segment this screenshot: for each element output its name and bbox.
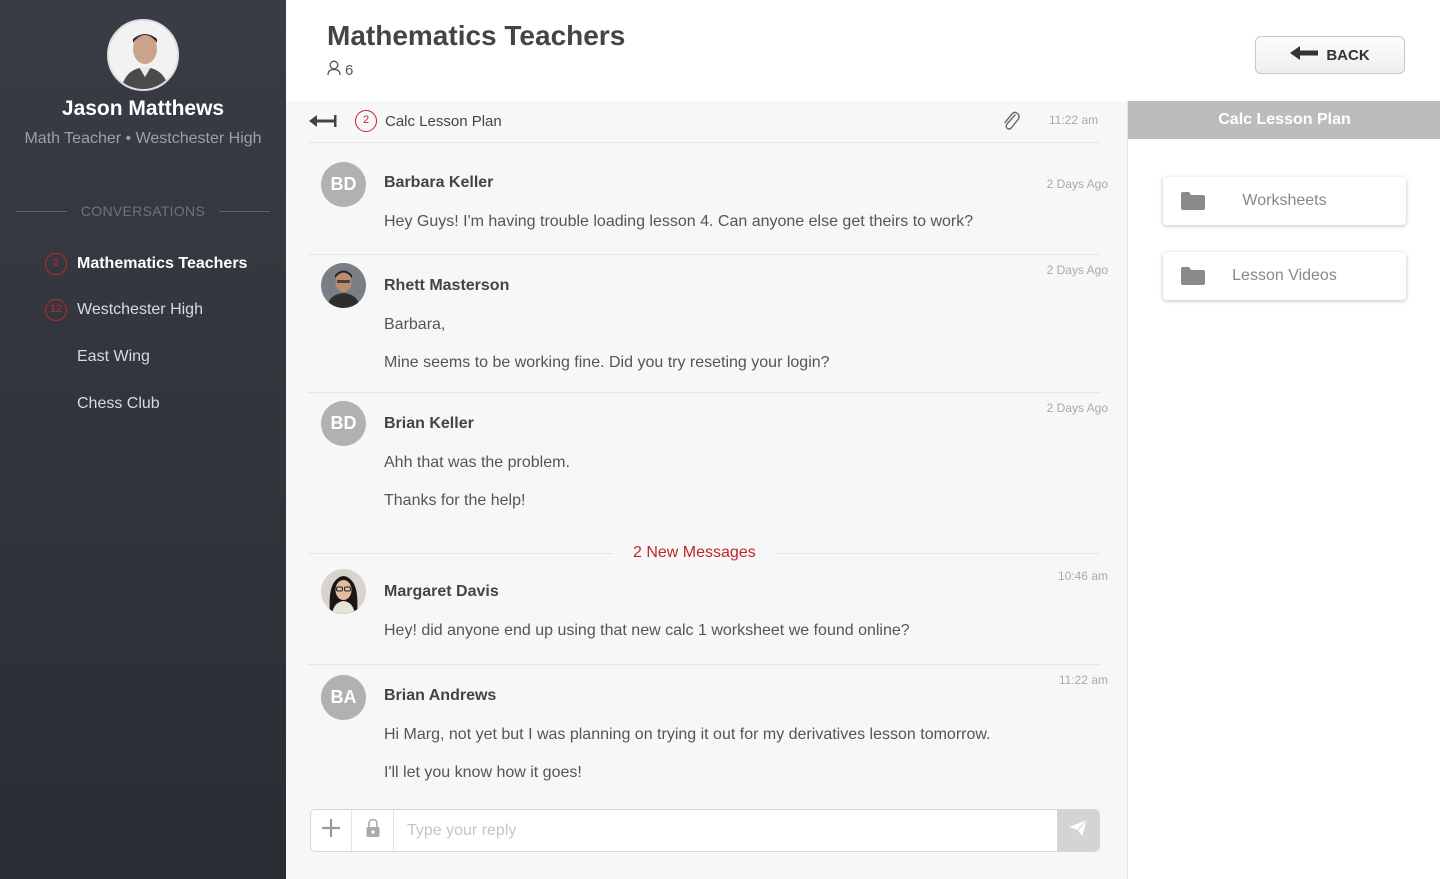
- paperclip-icon[interactable]: [1001, 110, 1021, 137]
- avatar[interactable]: BA: [321, 675, 366, 720]
- paper-plane-icon: [1068, 819, 1088, 842]
- thread-unread-badge: 2: [355, 110, 377, 132]
- message-text: Thanks for the help!: [384, 492, 526, 509]
- avatar[interactable]: BD: [321, 401, 366, 446]
- thread-time: 11:22 am: [1049, 113, 1099, 127]
- user-avatar[interactable]: [107, 19, 179, 91]
- page-title: Mathematics Teachers: [327, 20, 626, 51]
- message-text: Barbara,: [384, 316, 446, 333]
- reply-input[interactable]: [407, 818, 1047, 844]
- avatar[interactable]: [321, 263, 366, 308]
- files-panel: Calc Lesson Plan Worksheets Lesson Video…: [1127, 101, 1440, 879]
- message-author[interactable]: Margaret Davis: [384, 583, 499, 601]
- divider: [775, 552, 1100, 554]
- message-time: 11:22 am: [1058, 673, 1108, 687]
- thread-title[interactable]: Calc Lesson Plan: [385, 113, 502, 130]
- thread-back-icon[interactable]: [308, 111, 338, 136]
- message-text: Hey! did anyone end up using that new ca…: [384, 622, 910, 639]
- message-text: Mine seems to be working fine. Did you t…: [384, 354, 830, 371]
- unread-badge: 2: [45, 253, 67, 275]
- message-item: BD Barbara Keller 2 Days Ago Hey Guys! I…: [308, 154, 1108, 255]
- message-time: 2 Days Ago: [1046, 177, 1108, 191]
- folder-label: Lesson Videos: [1232, 267, 1337, 284]
- lock-icon: [365, 818, 381, 843]
- add-attachment-button[interactable]: [311, 810, 352, 851]
- sidebar-item-label: Westchester High: [77, 301, 203, 318]
- message-item: BA Brian Andrews 11:22 am Hi Marg, not y…: [308, 665, 1108, 795]
- message-author[interactable]: Barbara Keller: [384, 174, 493, 192]
- panel-title: Calc Lesson Plan: [1128, 101, 1440, 139]
- divider: [16, 210, 67, 212]
- back-button[interactable]: BACK: [1255, 36, 1405, 74]
- message-author[interactable]: Brian Andrews: [384, 687, 496, 705]
- folder-label: Worksheets: [1242, 192, 1327, 209]
- private-toggle-button[interactable]: [352, 810, 394, 851]
- person-icon: [327, 60, 341, 80]
- message-text: Hey Guys! I'm having trouble loading les…: [384, 213, 974, 230]
- message-text: Ahh that was the problem.: [384, 454, 570, 471]
- chat-area: 2 Calc Lesson Plan 11:22 am BD Barbara K…: [286, 101, 1127, 879]
- message-text: Hi Marg, not yet but I was planning on t…: [384, 726, 991, 743]
- avatar[interactable]: BD: [321, 162, 366, 207]
- new-messages-divider: 2 New Messages: [308, 543, 1100, 563]
- unread-badge: 12: [45, 299, 67, 321]
- message-item: BD Brian Keller 2 Days Ago Ahh that was …: [308, 393, 1108, 523]
- back-arrow-icon: [1290, 46, 1319, 64]
- sidebar-item-chess-club[interactable]: Chess Club: [0, 389, 286, 419]
- plus-icon: [321, 818, 341, 843]
- sidebar-item-label: East Wing: [77, 348, 150, 365]
- send-button[interactable]: [1057, 810, 1099, 851]
- back-button-label: BACK: [1326, 46, 1370, 64]
- user-role: Math Teacher • Westchester High: [24, 130, 262, 147]
- divider: [308, 552, 613, 554]
- sidebar: Jason Matthews Math Teacher • Westcheste…: [0, 0, 286, 879]
- sidebar-item-label: Chess Club: [77, 395, 160, 412]
- sidebar-item-westchester-high[interactable]: 12 Westchester High: [0, 295, 286, 325]
- message-item: Rhett Masterson 2 Days Ago Barbara, Mine…: [308, 255, 1108, 393]
- message-author[interactable]: Rhett Masterson: [384, 277, 509, 295]
- reply-bar: [310, 809, 1100, 852]
- message-text: I'll let you know how it goes!: [384, 764, 582, 781]
- message-time: 2 Days Ago: [1046, 263, 1108, 277]
- sidebar-item-mathematics-teachers[interactable]: 2 Mathematics Teachers: [0, 249, 286, 279]
- message-time: 2 Days Ago: [1046, 401, 1108, 415]
- divider: [219, 210, 270, 212]
- conversations-heading: CONVERSATIONS: [16, 201, 270, 221]
- sidebar-item-east-wing[interactable]: East Wing: [0, 342, 286, 372]
- user-name: Jason Matthews: [61, 97, 225, 120]
- message-author[interactable]: Brian Keller: [384, 415, 474, 433]
- thread-bar: 2 Calc Lesson Plan 11:22 am: [308, 101, 1100, 143]
- message-item: Margaret Davis 10:46 am Hey! did anyone …: [308, 561, 1108, 665]
- sidebar-item-label: Mathematics Teachers: [77, 255, 248, 272]
- member-count: 6: [327, 60, 353, 80]
- member-count-value: 6: [345, 61, 354, 79]
- new-messages-label: 2 New Messages: [633, 544, 756, 561]
- conversations-label: CONVERSATIONS: [80, 203, 206, 219]
- avatar[interactable]: [321, 569, 366, 614]
- folder-lesson-videos[interactable]: Lesson Videos: [1163, 252, 1406, 300]
- folder-worksheets[interactable]: Worksheets: [1163, 177, 1406, 225]
- message-time: 10:46 am: [1057, 569, 1108, 583]
